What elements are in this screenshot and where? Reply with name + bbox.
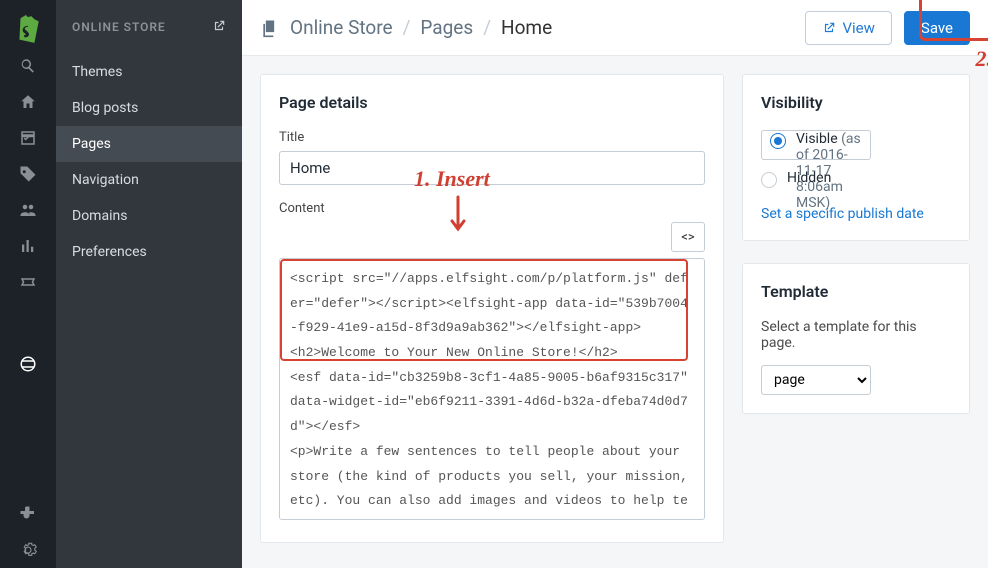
sidebar-item-label: Blog posts bbox=[72, 100, 138, 116]
radio-icon bbox=[770, 133, 786, 149]
analytics-icon[interactable] bbox=[0, 228, 56, 264]
page-details-heading: Page details bbox=[279, 93, 705, 112]
template-select[interactable]: page bbox=[761, 365, 871, 395]
visibility-card: Visibility Visible (as of 2016-11-17 8:0… bbox=[742, 74, 970, 241]
tag-icon[interactable] bbox=[0, 156, 56, 192]
customers-icon[interactable] bbox=[0, 192, 56, 228]
search-icon[interactable] bbox=[0, 48, 56, 84]
section-nav-title: ONLINE STORE bbox=[72, 20, 166, 34]
content-textarea[interactable] bbox=[279, 258, 705, 520]
visible-label: Visible bbox=[796, 131, 838, 147]
save-button-label: Save bbox=[921, 19, 953, 37]
breadcrumb: Online Store / Pages / Home bbox=[260, 16, 552, 39]
breadcrumb-current: Home bbox=[501, 16, 552, 39]
visibility-heading: Visibility bbox=[761, 93, 951, 112]
discounts-icon[interactable] bbox=[0, 264, 56, 300]
settings-icon[interactable] bbox=[0, 532, 56, 568]
breadcrumb-sep: / bbox=[403, 16, 411, 39]
breadcrumb-sep: / bbox=[483, 16, 491, 39]
breadcrumb-root[interactable]: Online Store bbox=[290, 16, 393, 39]
app-iconbar bbox=[0, 0, 56, 568]
sidebar-item-label: Navigation bbox=[72, 172, 139, 188]
radio-icon bbox=[761, 172, 777, 188]
sidebar-item-blog-posts[interactable]: Blog posts bbox=[56, 90, 242, 126]
topbar: Online Store / Pages / Home View Save bbox=[242, 0, 988, 56]
visibility-visible-option[interactable]: Visible (as of 2016-11-17 8:06am MSK) bbox=[761, 130, 871, 160]
hidden-label: Hidden bbox=[787, 170, 831, 186]
save-button[interactable]: Save bbox=[904, 11, 970, 45]
sidebar-item-navigation[interactable]: Navigation bbox=[56, 162, 242, 198]
editor-toolbar: <> bbox=[279, 222, 705, 252]
view-button-label: View bbox=[842, 19, 874, 37]
set-publish-date-link[interactable]: Set a specific publish date bbox=[761, 206, 924, 222]
sidebar-item-label: Preferences bbox=[72, 244, 147, 260]
sidebar-item-domains[interactable]: Domains bbox=[56, 198, 242, 234]
orders-icon[interactable] bbox=[0, 120, 56, 156]
main-area: Online Store / Pages / Home View Save 2. bbox=[242, 0, 988, 568]
code-view-button[interactable]: <> bbox=[671, 222, 705, 252]
sidebar-item-preferences[interactable]: Preferences bbox=[56, 234, 242, 270]
template-desc: Select a template for this page. bbox=[761, 319, 951, 351]
sidebar-item-label: Domains bbox=[72, 208, 127, 224]
content-label: Content bbox=[279, 201, 705, 216]
sidebar-item-label: Pages bbox=[72, 136, 111, 152]
title-label: Title bbox=[279, 130, 705, 145]
view-button[interactable]: View bbox=[805, 11, 891, 45]
sidebar-item-pages[interactable]: Pages bbox=[56, 126, 242, 162]
content-area: Page details Title Content 1. Insert <> bbox=[242, 56, 988, 568]
external-link-icon[interactable] bbox=[212, 19, 226, 36]
title-input[interactable] bbox=[279, 151, 705, 185]
page-details-card: Page details Title Content 1. Insert <> bbox=[260, 74, 724, 543]
sidebar-item-themes[interactable]: Themes bbox=[56, 54, 242, 90]
template-heading: Template bbox=[761, 282, 951, 301]
apps-icon[interactable] bbox=[0, 496, 56, 532]
external-link-icon bbox=[822, 21, 836, 35]
section-nav-header: ONLINE STORE bbox=[56, 0, 242, 54]
pages-icon bbox=[260, 18, 280, 38]
home-icon[interactable] bbox=[0, 84, 56, 120]
template-card: Template Select a template for this page… bbox=[742, 263, 970, 414]
globe-icon[interactable] bbox=[0, 346, 56, 382]
shopify-logo-icon[interactable] bbox=[0, 12, 56, 48]
sidebar-item-label: Themes bbox=[72, 64, 122, 80]
breadcrumb-section[interactable]: Pages bbox=[420, 16, 473, 39]
section-nav: ONLINE STORE Themes Blog posts Pages Nav… bbox=[56, 0, 242, 568]
